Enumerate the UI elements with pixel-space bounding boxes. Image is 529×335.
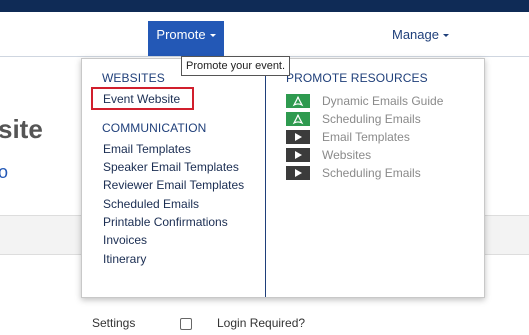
promote-resources-heading: PROMOTE RESOURCES — [286, 71, 428, 85]
communication-heading: COMMUNICATION — [102, 121, 207, 135]
pdf-icon — [286, 94, 310, 108]
resource-label: Dynamic Emails Guide — [322, 94, 444, 108]
menu-item-email-templates[interactable]: Email Templates — [103, 142, 191, 156]
menu-item-scheduled-emails[interactable]: Scheduled Emails — [103, 197, 199, 211]
video-play-icon — [286, 130, 310, 144]
resource-websites-video[interactable]: Websites — [286, 147, 371, 163]
nav-promote-button[interactable]: Promote — [148, 21, 224, 56]
pdf-icon — [286, 112, 310, 126]
resource-label: Scheduling Emails — [322, 112, 421, 126]
nav-manage-button[interactable]: Manage — [392, 21, 456, 49]
main-navbar: Promote Manage — [0, 12, 529, 57]
websites-heading: WEBSITES — [102, 71, 165, 85]
login-required-checkbox[interactable] — [180, 318, 192, 330]
nav-promote-label: Promote — [156, 27, 206, 42]
resource-scheduling-emails-video[interactable]: Scheduling Emails — [286, 165, 421, 181]
video-play-icon — [286, 166, 310, 180]
nav-manage-label: Manage — [392, 27, 439, 42]
resource-scheduling-emails-pdf[interactable]: Scheduling Emails — [286, 111, 421, 127]
promote-dropdown-menu: WEBSITES Event Website COMMUNICATION Ema… — [81, 58, 485, 298]
menu-item-reviewer-email-templates[interactable]: Reviewer Email Templates — [103, 178, 244, 192]
caret-down-icon — [442, 34, 449, 38]
settings-label: Settings — [92, 316, 136, 330]
login-required-label: Login Required? — [217, 316, 306, 330]
resource-label: Email Templates — [322, 130, 410, 144]
resource-label: Websites — [322, 148, 372, 162]
resource-email-templates-video[interactable]: Email Templates — [286, 129, 410, 145]
page-title-fragment: site — [0, 114, 43, 144]
menu-item-event-website[interactable]: Event Website — [103, 92, 180, 106]
menu-item-speaker-email-templates[interactable]: Speaker Email Templates — [103, 160, 239, 174]
dropdown-divider — [265, 59, 266, 297]
menu-item-invoices[interactable]: Invoices — [103, 233, 147, 247]
top-header-band — [0, 0, 529, 12]
resource-label: Scheduling Emails — [322, 166, 421, 180]
video-play-icon — [286, 148, 310, 162]
resource-dynamic-emails-guide[interactable]: Dynamic Emails Guide — [286, 93, 443, 109]
page-link-fragment[interactable]: o — [0, 162, 8, 183]
menu-item-itinerary[interactable]: Itinerary — [103, 252, 146, 266]
promote-tooltip: Promote your event. — [181, 56, 291, 76]
menu-item-printable-confirmations[interactable]: Printable Confirmations — [103, 215, 228, 229]
caret-down-icon — [209, 34, 216, 38]
